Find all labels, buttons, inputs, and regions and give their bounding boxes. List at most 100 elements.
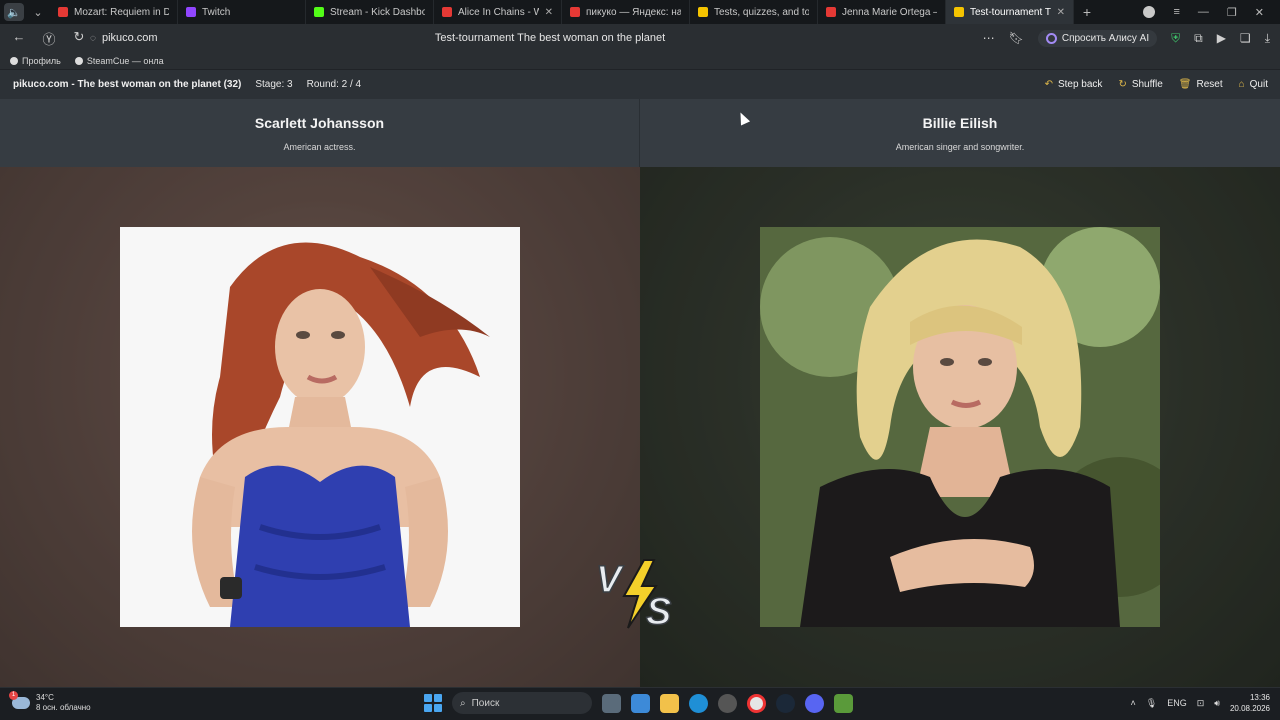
weather-desc: 8 осн. облачно: [36, 703, 91, 712]
more-dots-icon[interactable]: ⋯: [983, 31, 995, 45]
browser-tab[interactable]: Tests, quizzes, and tourn: [690, 0, 818, 24]
tab-favicon-icon: [954, 7, 964, 17]
obs-icon[interactable]: [718, 693, 737, 713]
left-contestant-header[interactable]: Scarlett Johansson American actress.: [0, 99, 640, 167]
bookmark-label: SteamCue — онла: [86, 55, 164, 66]
tab-title: Stream - Kick Dashboard: [330, 6, 425, 18]
right-contestant-panel[interactable]: [640, 167, 1280, 687]
quit-button[interactable]: ⌂ Quit: [1239, 79, 1268, 90]
ask-alice-label: Спросить Алису AI: [1061, 32, 1150, 44]
tab-list-chevron-icon[interactable]: ⌄: [28, 3, 48, 21]
discord-icon[interactable]: [805, 693, 824, 713]
right-contestant-header[interactable]: Billie Eilish American singer and songwr…: [640, 99, 1280, 167]
task-view-icon[interactable]: [602, 693, 621, 713]
back-arrow-icon[interactable]: ←: [10, 29, 28, 48]
bookmark-icon[interactable]: 🔖︎: [1009, 31, 1024, 45]
woman-blonde-hair-dark-top-illustration: [760, 227, 1190, 627]
clock-date: 20.08.2026: [1229, 704, 1270, 713]
alice-ring-icon: [1045, 32, 1057, 44]
trash-icon: 🗑︎: [1178, 79, 1192, 90]
tournament-toolbar: pikuco.com - The best woman on the plane…: [0, 70, 1280, 99]
step-back-button[interactable]: ↶ Step back: [1045, 79, 1103, 90]
protect-shield-icon[interactable]: ⛨: [1171, 31, 1180, 46]
clock[interactable]: 13:36 20.08.2026: [1230, 692, 1270, 714]
file-explorer-icon[interactable]: [660, 693, 679, 713]
url-text: pikuco.com: [101, 32, 158, 44]
minecraft-icon[interactable]: [834, 693, 853, 713]
right-contestant-name: Billie Eilish: [922, 115, 998, 131]
ask-alice-button[interactable]: Спросить Алису AI: [1037, 29, 1158, 47]
tab-favicon-icon: [570, 7, 580, 17]
browser-tab[interactable]: Jenna Marie Ortega — Ян: [818, 0, 946, 24]
woman-red-hair-blue-dress-illustration: [120, 227, 520, 627]
yandex-home-icon[interactable]: Ⓨ: [40, 29, 58, 48]
browser-menu-icon[interactable]: ≡: [1173, 6, 1179, 18]
undo-arrow-icon: ↶: [1044, 79, 1053, 90]
browser-tab[interactable]: Alice In Chains - W ✕: [434, 0, 562, 24]
tab-favicon-icon: [442, 7, 452, 17]
network-icon[interactable]: ⊡: [1197, 698, 1205, 709]
browser-tab[interactable]: Stream - Kick Dashboard: [306, 0, 434, 24]
home-icon: ⌂: [1238, 79, 1245, 90]
bookmark-steamcue[interactable]: SteamCue — онла: [74, 55, 164, 66]
svg-text:V: V: [596, 559, 624, 601]
microphone-icon[interactable]: 🎙︎: [1146, 698, 1157, 709]
bookmark-profile[interactable]: Профиль: [10, 56, 61, 66]
steamcue-bookmark-icon: [74, 56, 83, 65]
bookmark-label: Профиль: [22, 55, 61, 66]
stage-label: Stage: 3: [255, 79, 293, 90]
tab-title: Tests, quizzes, and tourn: [714, 6, 809, 18]
round-label: Round: 2 / 4: [306, 79, 362, 90]
search-label: Поиск: [471, 697, 500, 709]
steam-icon[interactable]: [776, 693, 795, 713]
browser-tab[interactable]: пикуко — Яндекс: нашл: [562, 0, 690, 24]
taskbar-search[interactable]: ⌕ Поиск: [452, 692, 592, 714]
collections-icon[interactable]: ❏: [1240, 31, 1251, 45]
restore-icon[interactable]: ❐: [1227, 6, 1237, 19]
close-window-icon[interactable]: ✕: [1255, 6, 1264, 19]
weather-widget[interactable]: 1 34°C 8 осн. облачно: [9, 691, 91, 713]
shuffle-label: Shuffle: [1131, 79, 1163, 90]
profile-avatar[interactable]: [1143, 6, 1156, 18]
download-icon[interactable]: ⤓: [1265, 31, 1270, 46]
windows-start-icon[interactable]: [424, 694, 442, 712]
versus-arena: V S: [0, 167, 1280, 687]
store-icon[interactable]: [631, 693, 650, 713]
reload-icon[interactable]: ↻: [70, 29, 88, 48]
browser-tab[interactable]: Twitch: [178, 0, 306, 24]
tray-chevron-up-icon[interactable]: ˄: [1131, 698, 1136, 708]
tab-title: пикуко — Яндекс: нашл: [586, 6, 681, 18]
media-play-icon[interactable]: ▶: [1217, 31, 1226, 45]
clock-time: 13:36: [1249, 693, 1270, 702]
volume-icon[interactable]: 🔊︎: [1214, 698, 1220, 709]
address-bar: ← Ⓨ ↻ ◌ pikuco.com Test-tournament The b…: [0, 24, 1280, 52]
left-contestant-description: American actress.: [283, 142, 356, 152]
left-contestant-panel[interactable]: [0, 167, 640, 687]
yandex-browser-icon[interactable]: [747, 693, 766, 713]
url-field[interactable]: ◌ pikuco.com: [90, 32, 390, 44]
weather-temp: 34°C: [36, 693, 54, 702]
contestant-headers: Scarlett Johansson American actress. Bil…: [0, 99, 1280, 167]
edge-icon[interactable]: [689, 693, 708, 713]
left-contestant-name: Scarlett Johansson: [254, 115, 385, 131]
close-tab-icon[interactable]: ✕: [545, 7, 553, 18]
close-tab-icon[interactable]: ✕: [1057, 7, 1065, 18]
browser-tab[interactable]: Mozart: Requiem in D Mi: [50, 0, 178, 24]
tab-title: Alice In Chains - W: [458, 6, 539, 18]
window-controls: ≡ — ❐ ✕: [1143, 0, 1280, 24]
language-indicator[interactable]: ENG: [1167, 698, 1187, 708]
minimize-icon[interactable]: —: [1198, 6, 1209, 18]
new-tab-plus-icon[interactable]: +: [1074, 4, 1100, 20]
browser-tab[interactable]: Test-tournament The b ✕: [946, 0, 1074, 24]
reset-button[interactable]: 🗑︎ Reset: [1179, 79, 1223, 90]
left-contestant-photo[interactable]: [120, 227, 520, 627]
browser-tab-strip: 🔈 ⌄ Mozart: Requiem in D Mi Twitch Stream …: [0, 0, 1280, 24]
shuffle-button[interactable]: ↻ Shuffle: [1118, 79, 1162, 90]
search-icon: ⌕: [460, 697, 466, 709]
right-contestant-photo[interactable]: [760, 227, 1190, 627]
extensions-icon[interactable]: ⧉: [1194, 31, 1203, 46]
right-contestant-description: American singer and songwriter.: [895, 142, 1025, 152]
tab-strip-controls: 🔈 ⌄: [0, 3, 50, 21]
tab-sound-icon[interactable]: 🔈: [4, 3, 24, 21]
system-tray: ˄ 🎙︎ ENG ⊡ 🔊︎ 13:36 20.08.2026: [1131, 692, 1270, 714]
